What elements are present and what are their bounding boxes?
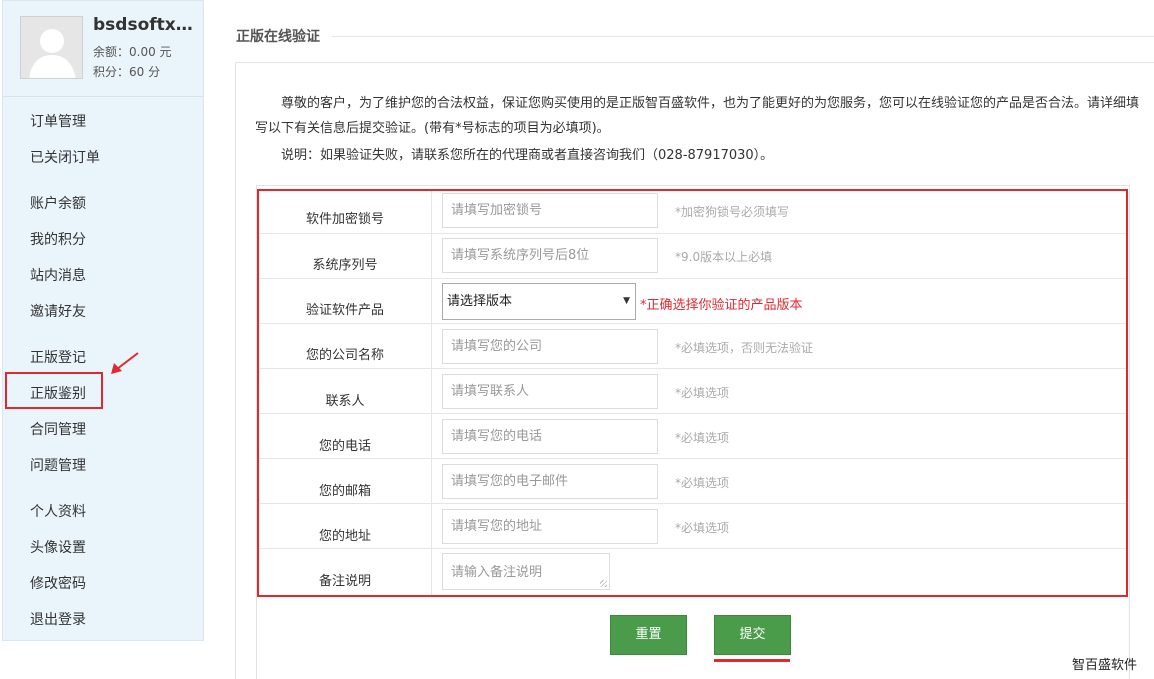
submit-button[interactable]: 提交	[714, 615, 791, 655]
note-text: 说明：如果验证失败，请联系您所在的代理商或者直接咨询我们（028-8791703…	[281, 148, 774, 163]
menu-item-orders[interactable]: 订单管理	[30, 111, 86, 131]
user-placeholder-icon	[21, 17, 82, 78]
title-divider	[332, 36, 1154, 37]
submit-underline	[714, 659, 790, 662]
menu-item-password[interactable]: 修改密码	[30, 573, 86, 593]
menu-item-register[interactable]: 正版登记	[30, 347, 86, 367]
menu-item-closed-orders[interactable]: 已关闭订单	[30, 147, 100, 167]
form-highlight-box	[257, 189, 1128, 597]
account-balance: 余额：0.00 元	[93, 45, 172, 59]
menu-item-balance[interactable]: 账户余额	[30, 193, 86, 213]
menu-item-messages[interactable]: 站内消息	[30, 265, 86, 285]
menu-item-avatar[interactable]: 头像设置	[30, 537, 86, 557]
menu-item-issues[interactable]: 问题管理	[30, 455, 86, 475]
avatar[interactable]	[20, 16, 83, 79]
account-points: 积分：60 分	[93, 65, 161, 79]
reset-button[interactable]: 重置	[610, 615, 687, 655]
red-arrow-icon	[111, 352, 139, 374]
menu-item-invite[interactable]: 邀请好友	[30, 301, 86, 321]
watermark: 智百盛软件	[1072, 658, 1138, 673]
highlight-box	[5, 372, 103, 409]
menu-item-points[interactable]: 我的积分	[30, 229, 86, 249]
menu-item-contracts[interactable]: 合同管理	[30, 419, 86, 439]
menu-item-logout[interactable]: 退出登录	[30, 609, 86, 629]
menu-item-profile[interactable]: 个人资料	[30, 501, 86, 521]
intro-text: 尊敬的客户，为了维护您的合法权益，保证您购买使用的是正版智百盛软件，也为了能更好…	[255, 96, 1140, 136]
user-panel: bsdsoftxi... 余额：0.00 元 积分：60 分	[3, 1, 203, 97]
page-title: 正版在线验证	[236, 29, 320, 45]
username: bsdsoftxi...	[93, 15, 198, 35]
